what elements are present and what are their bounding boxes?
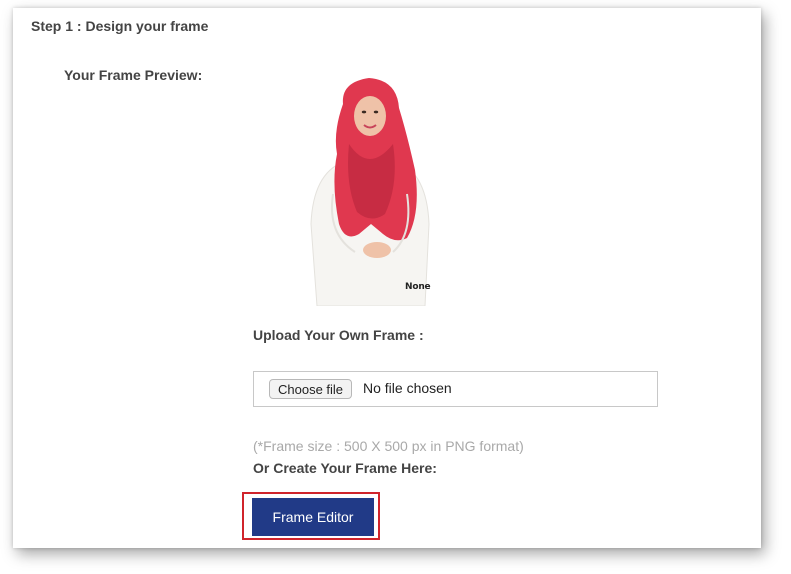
frame-preview-image <box>303 74 433 307</box>
model-photo <box>310 78 430 307</box>
frame-size-hint: (*Frame size : 500 X 500 px in PNG forma… <box>253 438 524 454</box>
step-title: Step 1 : Design your frame <box>31 18 209 34</box>
choose-file-button[interactable]: Choose file <box>269 379 353 399</box>
create-frame-label: Or Create Your Frame Here: <box>253 460 437 476</box>
design-frame-panel: Step 1 : Design your frame Your Frame Pr… <box>13 8 761 548</box>
frame-editor-button[interactable]: Frame Editor <box>252 498 374 536</box>
preview-caption: None <box>405 282 431 292</box>
upload-frame-label: Upload Your Own Frame : <box>253 327 424 343</box>
file-upload-input[interactable]: Choose file No file chosen <box>253 371 658 407</box>
file-status-text: No file chosen <box>363 380 452 396</box>
frame-preview-label: Your Frame Preview: <box>64 67 203 83</box>
